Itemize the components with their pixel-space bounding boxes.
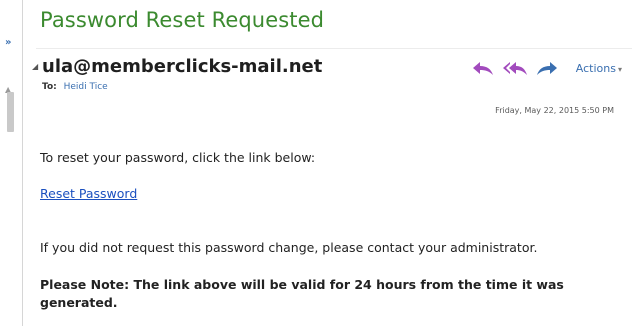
body-paragraph: To reset your password, click the link b… [40, 150, 316, 165]
actions-caret-icon: ▾ [617, 64, 622, 74]
reset-password-link[interactable]: Reset Password [40, 186, 137, 201]
expand-triangle-icon[interactable]: ◢ [32, 62, 38, 71]
reply-all-icon[interactable] [502, 59, 528, 77]
to-label: To: [42, 82, 57, 92]
header-divider [36, 48, 632, 49]
reading-pane: Password Reset Requested ◢ ula@membercli… [32, 0, 632, 326]
forward-icon[interactable] [534, 59, 560, 77]
actions-menu[interactable]: Actions ▾ [576, 62, 622, 75]
recipient-name[interactable]: Heidi Tice [64, 82, 108, 92]
actions-label: Actions [575, 61, 616, 75]
validity-note: Please Note: The link above will be vali… [40, 277, 564, 310]
left-rail: » ▲ [0, 0, 23, 326]
collapse-chevron-icon[interactable]: » [5, 38, 15, 48]
reply-icon[interactable] [470, 59, 496, 77]
body-paragraph: If you did not request this password cha… [40, 240, 538, 255]
message-actions-bar: Actions ▾ [470, 58, 622, 78]
scrollbar-thumb[interactable] [7, 92, 14, 132]
recipient-line: To: Heidi Tice [42, 82, 108, 92]
message-date: Friday, May 22, 2015 5:50 PM [495, 106, 614, 115]
message-subject: Password Reset Requested [40, 8, 325, 32]
sender-address[interactable]: ula@memberclicks-mail.net [42, 56, 322, 77]
